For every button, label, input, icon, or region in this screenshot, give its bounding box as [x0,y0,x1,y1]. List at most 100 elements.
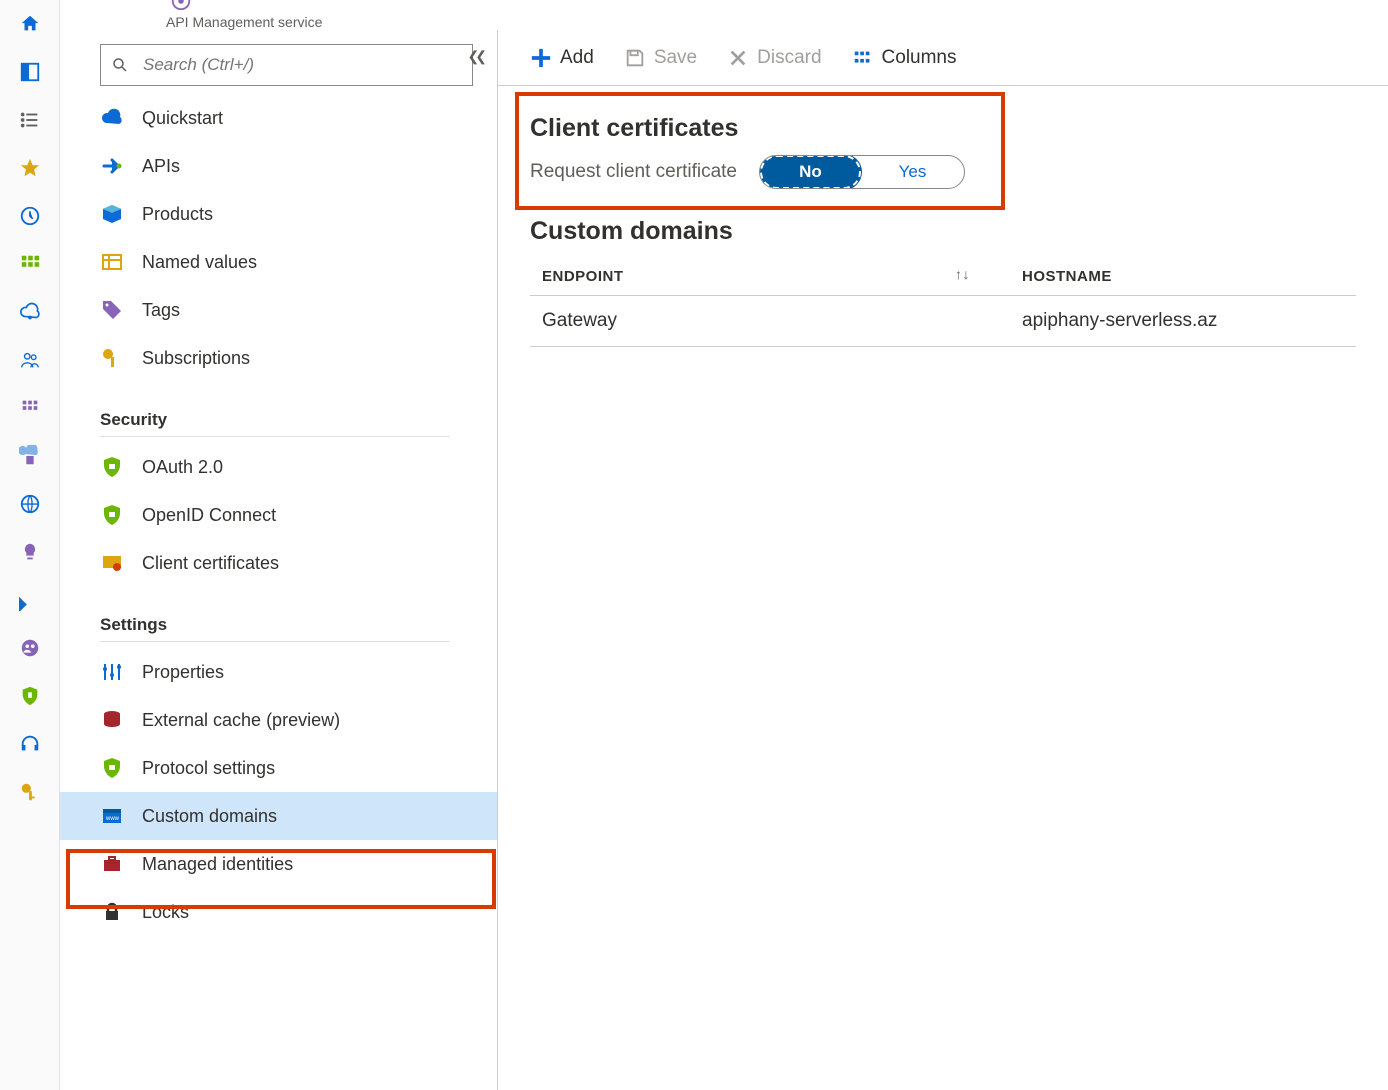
cell-endpoint: Gateway [530,310,1010,332]
shield-lock-icon [100,455,124,479]
save-icon [624,47,646,69]
rail-users-icon[interactable] [0,336,60,384]
search-icon [111,56,129,74]
request-client-cert-toggle[interactable]: No Yes [759,155,965,189]
nav-label: Custom domains [142,806,277,827]
sliders-icon [100,660,124,684]
collapse-panel-icon[interactable]: ❮❮ [468,48,483,65]
nav-label: OpenID Connect [142,505,276,526]
apim-service-icon [170,0,192,12]
nav-label: Named values [142,252,257,273]
nav-label: Tags [142,300,180,321]
nav-products[interactable]: Products [60,190,497,238]
rail-people-purple-icon[interactable] [0,624,60,672]
toolbar: Add Save Discard Columns [498,30,1388,86]
col-hostname[interactable]: Hostname [1010,268,1356,285]
header-subtitle: API Management service [166,14,322,30]
nav-client-certificates[interactable]: Client certificates [60,539,497,587]
nav-label: External cache (preview) [142,710,340,731]
nav-search[interactable] [100,44,473,86]
toggle-yes[interactable]: Yes [861,155,964,189]
rail-globe-icon[interactable] [0,480,60,528]
toolbar-label: Discard [757,47,821,69]
section-security: Security [100,410,450,437]
nav-quickstart[interactable]: Quickstart [60,94,497,142]
nav-tags[interactable]: Tags [60,286,497,334]
box-icon [100,202,124,226]
nav-label: Locks [142,902,189,923]
col-hostname-label: Hostname [1022,268,1112,285]
nav-external-cache[interactable]: External cache (preview) [60,696,497,744]
request-client-cert-label: Request client certificate [530,161,737,183]
nav-apis[interactable]: APIs [60,142,497,190]
content-body: Client certificates Request client certi… [498,86,1388,347]
nav-label: APIs [142,156,180,177]
search-input[interactable] [129,55,462,75]
toggle-no[interactable]: No [759,155,862,189]
nav-label: Products [142,204,213,225]
discard-button[interactable]: Discard [727,47,821,69]
rail-purple-grid-icon[interactable] [0,384,60,432]
table-row[interactable]: Gateway apiphany-serverless.az [530,296,1356,347]
rail-bulb-icon[interactable] [0,528,60,576]
rail-cloud-icon[interactable] [0,288,60,336]
rail-headset-icon[interactable] [0,720,60,768]
save-button[interactable]: Save [624,47,697,69]
nav-label: Quickstart [142,108,223,129]
header: API Management service [60,0,1388,30]
main: Add Save Discard Columns Client certific… [498,30,1388,1090]
arrow-icon [100,154,124,178]
rail-delete-cloud-icon[interactable] [0,432,60,480]
shield-lock-icon [100,503,124,527]
section-settings: Settings [100,615,450,642]
section-client-certificates: Client certificates [530,114,1356,143]
nav-label: OAuth 2.0 [142,457,223,478]
cache-icon [100,708,124,732]
certificate-icon [100,551,124,575]
x-icon [727,47,749,69]
key-icon [100,346,124,370]
plus-icon [530,47,552,69]
table-icon [100,250,124,274]
nav-label: Protocol settings [142,758,275,779]
rail-clock-icon[interactable] [0,192,60,240]
nav-label: Client certificates [142,553,279,574]
rail-grid-icon[interactable] [0,240,60,288]
nav-label: Managed identities [142,854,293,875]
nav-custom-domains[interactable]: www Custom domains [60,792,497,840]
icon-rail [0,0,60,1090]
nav-openid[interactable]: OpenID Connect [60,491,497,539]
nav-panel: ❮❮ Quickstart APIs Products Named values… [60,30,498,1090]
cell-hostname: apiphany-serverless.az [1010,310,1356,332]
nav-locks[interactable]: Locks [60,888,497,936]
nav-label: Properties [142,662,224,683]
col-endpoint-label: Endpoint [542,268,624,285]
col-endpoint[interactable]: Endpoint ↑↓ [530,268,1010,285]
tag-icon [100,298,124,322]
request-client-cert-row: Request client certificate No Yes [530,155,1356,189]
rail-key-icon[interactable] [0,768,60,816]
nav-label: Subscriptions [142,348,250,369]
nav-subscriptions[interactable]: Subscriptions [60,334,497,382]
nav-properties[interactable]: Properties [60,648,497,696]
nav-named-values[interactable]: Named values [60,238,497,286]
columns-button[interactable]: Columns [852,47,957,69]
lock-icon [100,900,124,924]
rail-dashboard-icon[interactable] [0,48,60,96]
rail-star-icon[interactable] [0,144,60,192]
rail-home-icon[interactable] [0,0,60,48]
rail-diamond-icon[interactable] [0,576,60,624]
toolbar-label: Add [560,47,594,69]
browser-icon: www [100,804,124,828]
nav-managed-identities[interactable]: Managed identities [60,840,497,888]
add-button[interactable]: Add [530,47,594,69]
briefcase-icon [100,852,124,876]
cloud-icon [100,106,124,130]
nav-oauth[interactable]: OAuth 2.0 [60,443,497,491]
columns-icon [852,47,874,69]
toolbar-label: Save [654,47,697,69]
rail-list-icon[interactable] [0,96,60,144]
rail-shield-icon[interactable] [0,672,60,720]
nav-protocol-settings[interactable]: Protocol settings [60,744,497,792]
sort-icon[interactable]: ↑↓ [955,266,970,282]
